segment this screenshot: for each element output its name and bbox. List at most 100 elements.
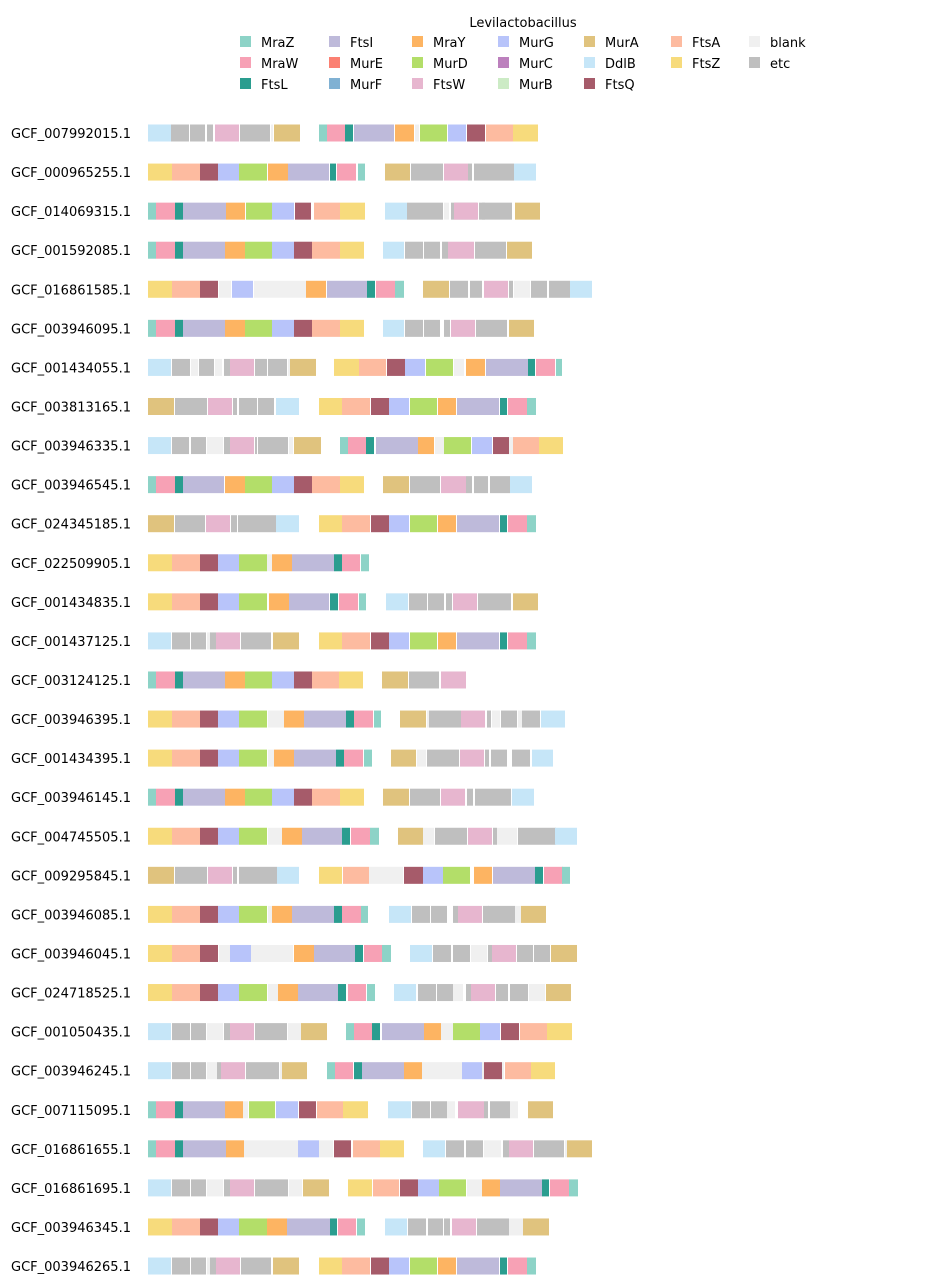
gene-row xyxy=(148,1257,536,1275)
gene-segment-murd xyxy=(410,1257,437,1275)
gene-segment-ftsq xyxy=(501,1023,519,1041)
gene-segment-mraw xyxy=(508,515,527,533)
gene-segment-mray xyxy=(404,1062,422,1080)
gene-segment-mraw xyxy=(508,632,527,650)
gene-segment-etc xyxy=(424,241,440,259)
gene-segment-mray xyxy=(278,984,298,1002)
gene-segment-mraw xyxy=(342,905,361,923)
gene-segment-blank xyxy=(251,944,293,962)
gene-segment-mura xyxy=(148,515,174,533)
gene-row xyxy=(148,710,565,728)
gene-segment-ftsi xyxy=(500,1179,542,1197)
gene-segment-ftsz xyxy=(148,827,172,845)
gene-row xyxy=(148,163,536,181)
gene-segment-murd xyxy=(245,671,272,689)
gene-segment-ddlb xyxy=(555,827,577,845)
gene-segment-mraz xyxy=(370,827,379,845)
gene-segment-ftsq xyxy=(200,905,218,923)
gene-segment-etc xyxy=(255,358,267,376)
gene-segment-ftsz xyxy=(340,241,364,259)
gene-segment-blank xyxy=(271,124,273,142)
gene-segment-blank xyxy=(444,202,449,220)
gene-segment-murd xyxy=(239,749,267,767)
gene-segment-ftsw xyxy=(444,163,468,181)
gene-segment-blank xyxy=(510,1101,518,1119)
gene-segment-mura xyxy=(383,476,409,494)
row-label: GCF_001434835.1 xyxy=(11,596,131,611)
row-label: GCF_014069315.1 xyxy=(11,205,131,220)
gene-segment-ftsi xyxy=(183,1101,225,1119)
gene-segment-etc xyxy=(487,710,491,728)
gene-row xyxy=(148,788,534,806)
gene-segment-murg xyxy=(389,515,409,533)
gene-segment-etc xyxy=(224,1179,230,1197)
gene-segment-ftsq xyxy=(493,437,509,455)
gene-segment-ddlb xyxy=(276,397,299,415)
gene-segment-ftsl xyxy=(334,905,342,923)
gene-segment-etc xyxy=(175,515,205,533)
gene-segment-ddlb xyxy=(148,124,171,142)
gene-segment-etc xyxy=(488,944,492,962)
gene-segment-etc xyxy=(409,671,439,689)
gene-segment-murg xyxy=(272,202,294,220)
gene-segment-ftsa xyxy=(342,397,370,415)
gene-segment-etc xyxy=(191,1062,206,1080)
gene-segment-murd xyxy=(453,1023,480,1041)
gene-segment-etc xyxy=(446,1140,464,1158)
gene-segment-etc xyxy=(453,905,458,923)
gene-segment-blank xyxy=(289,1179,302,1197)
legend-label-ddlb: DdlB xyxy=(605,57,636,72)
gene-segment-ftsq xyxy=(387,358,405,376)
gene-segment-ftsi xyxy=(302,827,342,845)
gene-segment-ftsa xyxy=(520,1023,547,1041)
gene-segment-murd xyxy=(245,241,272,259)
gene-segment-ftsw xyxy=(452,1218,476,1236)
gene-segment-mraw xyxy=(337,163,356,181)
gene-segment-ftsa xyxy=(513,437,539,455)
gene-segment-etc xyxy=(427,749,459,767)
gene-segment-blank xyxy=(415,124,419,142)
row-label: GCF_003946335.1 xyxy=(11,440,131,455)
gene-segment-mraw xyxy=(156,671,175,689)
row-label: GCF_003946245.1 xyxy=(11,1065,131,1080)
gene-segment-blank xyxy=(453,984,463,1002)
gene-segment-mraw xyxy=(508,397,527,415)
gene-segment-etc xyxy=(490,1101,510,1119)
gene-segment-murd xyxy=(245,788,272,806)
gene-segment-etc xyxy=(418,984,436,1002)
gene-segment-etc xyxy=(407,202,443,220)
gene-segment-ddlb xyxy=(570,280,592,298)
gene-segment-ftsl xyxy=(500,1257,507,1275)
gene-segment-ftsz xyxy=(148,163,172,181)
gene-segment-mraw xyxy=(156,202,175,220)
gene-segment-etc xyxy=(172,437,189,455)
legend-label-mure: MurE xyxy=(350,57,383,72)
gene-segment-murg xyxy=(405,358,425,376)
gene-segment-ftsw xyxy=(208,397,232,415)
gene-segment-ftsz xyxy=(340,476,364,494)
gene-segment-ftsa xyxy=(312,788,340,806)
gene-segment-ftsa xyxy=(172,944,200,962)
gene-segment-ftsl xyxy=(500,632,507,650)
gene-segment-ftsa xyxy=(172,827,200,845)
gene-segment-ftsa xyxy=(172,905,200,923)
gene-segment-mraw xyxy=(335,1062,353,1080)
legend-swatch-ftsl xyxy=(240,78,251,89)
gene-segment-etc xyxy=(431,1101,447,1119)
gene-segment-ftsi xyxy=(183,1140,226,1158)
gene-segment-etc xyxy=(522,710,540,728)
gene-segment-ftsa xyxy=(172,280,200,298)
row-label: GCF_022509905.1 xyxy=(11,557,131,572)
gene-segment-etc xyxy=(549,280,570,298)
gene-segment-ftsw xyxy=(221,1062,245,1080)
gene-row xyxy=(148,1101,553,1119)
gene-segment-ftsl xyxy=(330,163,336,181)
gene-segment-etc xyxy=(268,358,287,376)
gene-segment-ftsa xyxy=(359,358,386,376)
gene-segment-etc xyxy=(485,749,489,767)
gene-segment-ftsl xyxy=(334,554,342,572)
gene-segment-ftsa xyxy=(312,671,339,689)
row-label: GCF_009295845.1 xyxy=(11,869,131,884)
gene-segment-mraw xyxy=(342,554,360,572)
gene-segment-ftsi xyxy=(354,124,394,142)
